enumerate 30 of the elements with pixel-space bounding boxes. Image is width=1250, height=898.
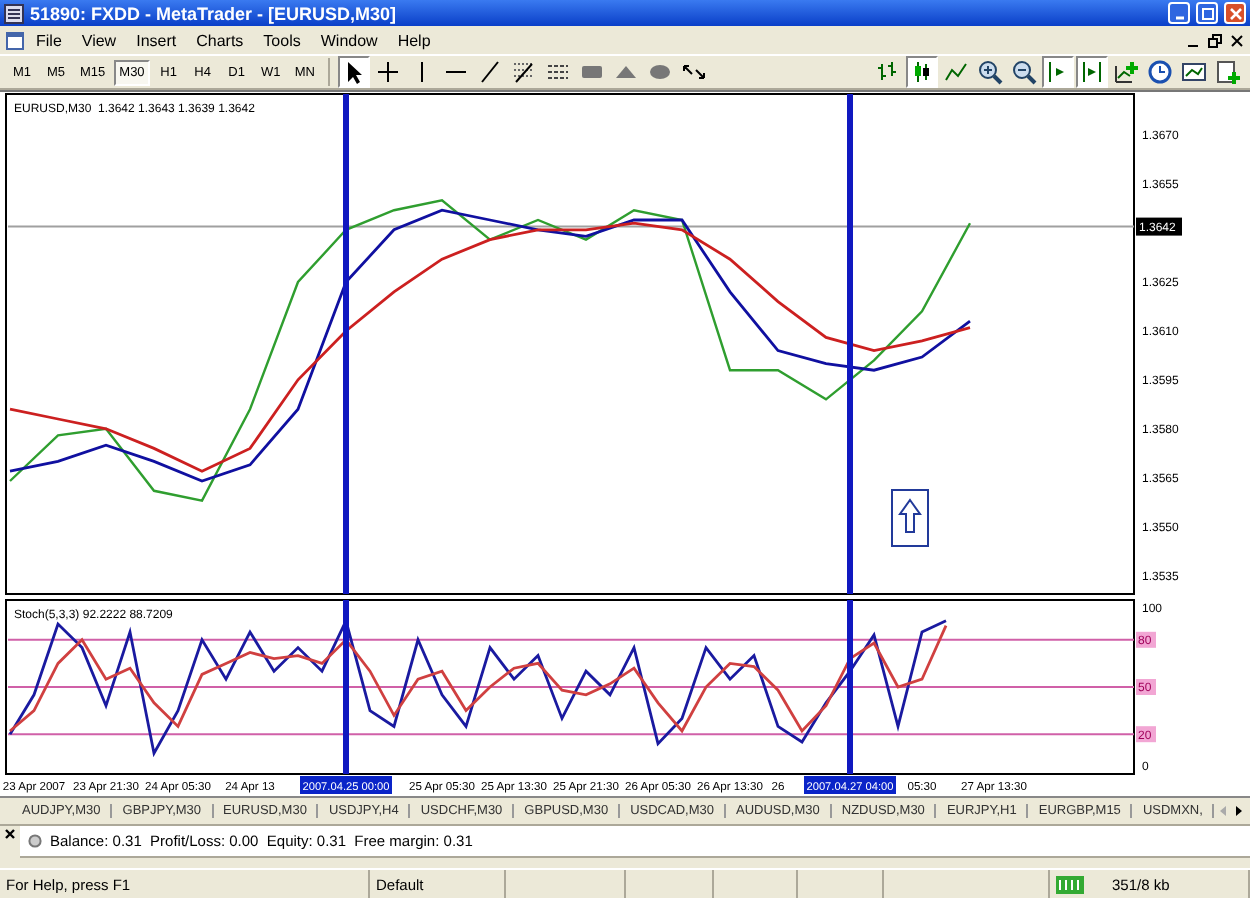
minimize-button[interactable]: [1168, 2, 1190, 24]
menu-item[interactable]: File: [26, 31, 72, 49]
clock-icon[interactable]: [1144, 56, 1176, 88]
menu-item[interactable]: View: [71, 31, 127, 49]
app-icon: [4, 3, 24, 23]
restore-icon[interactable]: [1208, 33, 1222, 47]
maximize-button[interactable]: [1196, 2, 1218, 24]
menu-item[interactable]: Tools: [253, 31, 311, 49]
close-icon[interactable]: [1230, 33, 1244, 47]
maximize-icon: [1199, 5, 1215, 21]
page-plus-icon[interactable]: [1212, 56, 1244, 88]
connection-icon: [1056, 875, 1084, 893]
chart-plus-icon[interactable]: [1110, 56, 1142, 88]
close-button[interactable]: [1224, 2, 1246, 24]
scroll-icon[interactable]: [1042, 56, 1074, 88]
window-title: 51890: FXDD - MetaTrader - [EURUSD,M30]: [30, 3, 399, 23]
balance-icon: [28, 834, 42, 848]
shift-icon[interactable]: [1076, 56, 1108, 88]
zoom-in-icon[interactable]: [974, 56, 1006, 88]
menu-item[interactable]: Charts: [186, 31, 254, 49]
zoom-out-icon[interactable]: [1008, 56, 1040, 88]
menu-item[interactable]: Insert: [126, 31, 187, 49]
menu-item[interactable]: Help: [387, 31, 441, 49]
candlestick-icon[interactable]: [906, 56, 938, 88]
document-icon: [6, 30, 26, 50]
menu-item[interactable]: Window: [310, 31, 388, 49]
scroll-right-icon[interactable]: [1234, 804, 1244, 818]
close-icon: [1227, 5, 1243, 21]
close-icon[interactable]: [4, 828, 16, 840]
pointer-icon[interactable]: [338, 56, 371, 88]
